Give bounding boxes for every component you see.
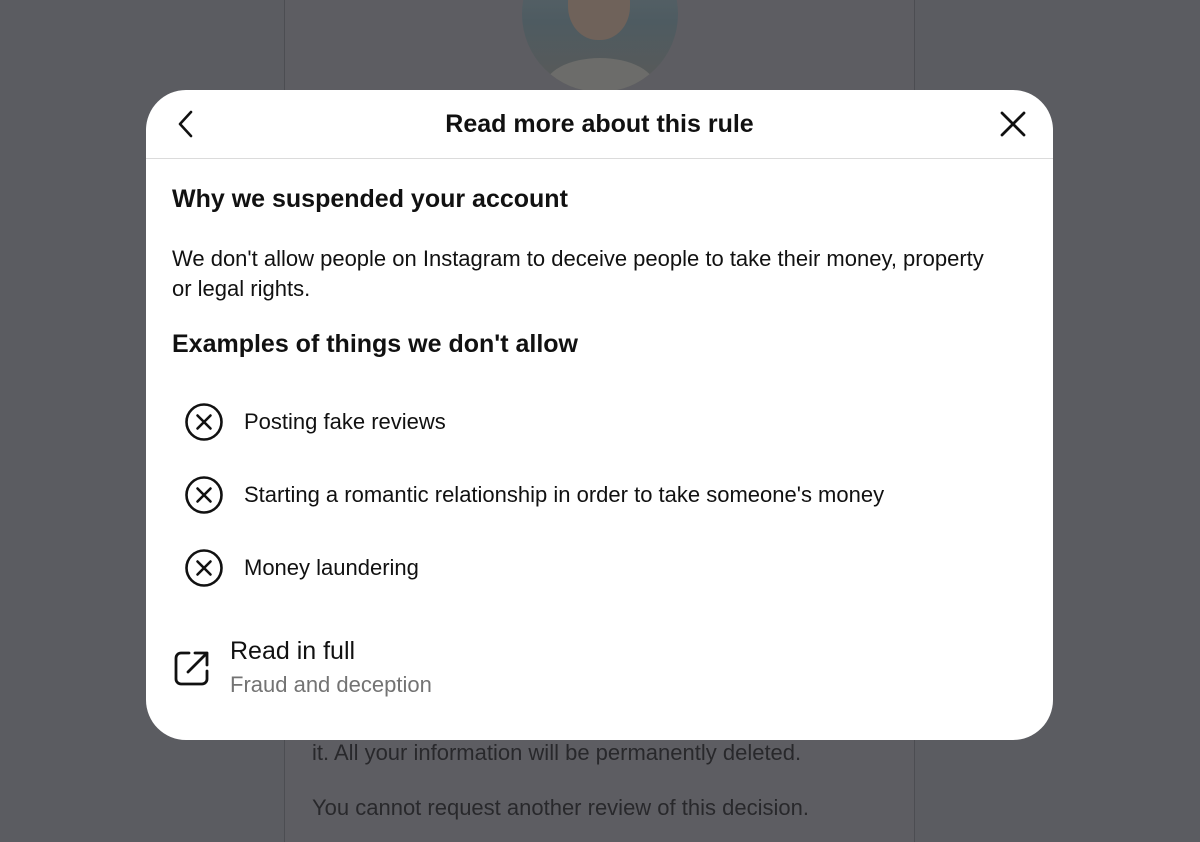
modal-title: Read more about this rule: [445, 109, 754, 138]
example-label: Money laundering: [244, 554, 419, 580]
list-item: Money laundering: [172, 531, 1027, 604]
list-item: Posting fake reviews: [172, 385, 1027, 458]
background-text-review: You cannot request another review of thi…: [312, 795, 809, 820]
circle-x-icon: [185, 475, 223, 514]
chevron-left-icon: [178, 110, 193, 138]
close-icon: [1000, 111, 1026, 137]
list-item: Starting a romantic relationship in orde…: [172, 458, 1027, 531]
circle-x-icon: [185, 402, 223, 441]
external-link-icon: [174, 651, 209, 686]
rule-details-modal: Read more about this rule Why we suspend…: [146, 90, 1053, 740]
suspension-reason-text: We don't allow people on Instagram to de…: [172, 246, 984, 301]
back-button[interactable]: [166, 104, 206, 144]
example-label: Posting fake reviews: [244, 408, 446, 434]
policy-name: Fraud and deception: [230, 672, 432, 697]
examples-heading: Examples of things we don't allow: [172, 330, 578, 358]
read-in-full-title: Read in full: [230, 637, 356, 665]
suspension-reason-heading: Why we suspended your account: [172, 185, 568, 213]
circle-x-icon: [185, 548, 223, 587]
modal-header: Read more about this rule: [146, 90, 1053, 159]
example-label: Starting a romantic relationship in orde…: [244, 481, 885, 507]
background-text-deleted: it. All your information will be permane…: [312, 740, 802, 765]
read-in-full-link[interactable]: Read in full Fraud and deception: [172, 636, 432, 698]
examples-list: Posting fake reviews Starting a romantic…: [172, 385, 1027, 604]
close-button[interactable]: [993, 104, 1033, 144]
